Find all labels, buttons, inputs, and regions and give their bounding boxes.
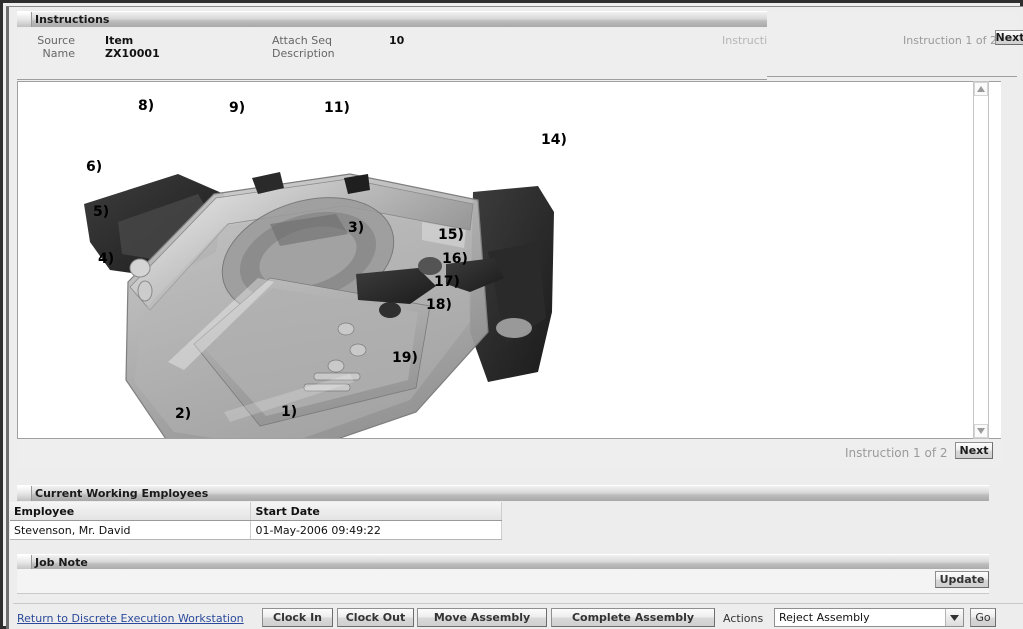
callout-label-5: 5) xyxy=(93,204,110,220)
source-name-value: ZX10001 xyxy=(105,47,160,60)
actions-label: Actions xyxy=(723,612,764,625)
callout-label-1: 1) xyxy=(281,404,298,420)
column-header-employee[interactable]: Employee xyxy=(10,502,252,521)
actions-select[interactable]: Reject Assembly xyxy=(774,608,964,627)
instruction-counter-bottom: Instruction 1 of 2 xyxy=(845,446,948,460)
instruction-illustration xyxy=(84,172,554,438)
callout-label-18: 18) xyxy=(426,297,452,313)
panel-grip-icon xyxy=(17,555,32,570)
current-employees-panel-header: Current Working Employees xyxy=(17,485,989,501)
source-name-label-line1: Source xyxy=(37,34,75,47)
current-employees-table: Employee Start Date Stevenson, Mr. David… xyxy=(10,502,502,540)
bottom-action-bar: Return to Discrete Execution Workstation… xyxy=(13,603,1023,629)
instructions-panel-title: Instructions xyxy=(35,13,110,26)
callout-label-11: 11) xyxy=(324,100,350,116)
employees-table-filler xyxy=(502,502,989,536)
next-instruction-button-bottom[interactable]: Next xyxy=(955,442,993,459)
attach-seq-label: Attach Seq xyxy=(272,34,332,47)
job-note-body: Update xyxy=(17,569,989,594)
update-button[interactable]: Update xyxy=(935,571,989,588)
move-assembly-button[interactable]: Move Assembly xyxy=(417,608,547,627)
instruction-image-viewport: 8) 9) 11) 14) 6) 5) 4) 3) 15) 16) 17) 18) 19) 1) 2) xyxy=(17,81,1001,439)
instruction-lower-nav: Instruction 1 of 2 Next xyxy=(17,439,1001,467)
callout-label-4: 4) xyxy=(98,251,115,267)
job-note-panel-title: Job Note xyxy=(35,556,88,569)
go-button[interactable]: Go xyxy=(970,608,996,627)
column-header-start-date[interactable]: Start Date xyxy=(250,502,502,521)
source-name-label-line2: Name xyxy=(42,47,75,60)
image-vertical-scrollbar[interactable] xyxy=(973,81,989,439)
complete-assembly-button[interactable]: Complete Assembly xyxy=(551,608,715,627)
cell-employee: Stevenson, Mr. David xyxy=(10,520,252,540)
callout-label-15: 15) xyxy=(438,227,464,243)
job-note-panel-header: Job Note xyxy=(17,554,989,570)
window-client-area: Instructions Source Name Item ZX10001 At… xyxy=(6,6,1023,629)
panel-grip-icon xyxy=(17,12,32,27)
chevron-down-icon[interactable] xyxy=(945,609,963,626)
next-instruction-button-top[interactable]: Next xyxy=(995,30,1023,45)
callout-label-6: 6) xyxy=(86,159,103,175)
callout-label-19: 19) xyxy=(392,350,418,366)
window-frame: Instructions Source Name Item ZX10001 At… xyxy=(0,0,1023,629)
callout-label-8: 8) xyxy=(138,98,155,114)
callout-label-9: 9) xyxy=(229,100,246,116)
application-window: Instructions Source Name Item ZX10001 At… xyxy=(0,0,1023,629)
callout-label-3: 3) xyxy=(348,220,365,236)
table-header-row: Employee Start Date xyxy=(10,502,502,521)
instruction-meta-region: Source Name Item ZX10001 Attach Seq 10 D… xyxy=(17,11,1023,81)
callout-label-2: 2) xyxy=(175,406,192,422)
callout-label-14: 14) xyxy=(541,132,567,148)
current-employees-panel-title: Current Working Employees xyxy=(35,487,209,500)
table-row[interactable]: Stevenson, Mr. David 01-May-2006 09:49:2… xyxy=(10,520,502,540)
attach-seq-value: 10 xyxy=(389,34,405,47)
actions-select-value: Reject Assembly xyxy=(779,611,870,624)
callout-label-16: 16) xyxy=(442,251,468,267)
instruction-counter-top: Instruction 1 of 2 xyxy=(903,34,997,47)
meta-divider-right xyxy=(767,76,1017,77)
chevron-down-icon[interactable] xyxy=(974,424,988,438)
clock-in-button[interactable]: Clock In xyxy=(262,608,333,627)
panel-grip-icon xyxy=(17,486,32,501)
cell-start-date: 01-May-2006 09:49:22 xyxy=(250,520,502,540)
description-label: Description xyxy=(272,47,335,60)
meta-divider-left xyxy=(17,79,767,80)
callout-label-17: 17) xyxy=(434,274,460,290)
return-to-workstation-link[interactable]: Return to Discrete Execution Workstation xyxy=(17,612,244,625)
source-type-value: Item xyxy=(105,34,134,47)
clock-out-button[interactable]: Clock Out xyxy=(337,608,414,627)
chevron-up-icon[interactable] xyxy=(974,82,988,96)
